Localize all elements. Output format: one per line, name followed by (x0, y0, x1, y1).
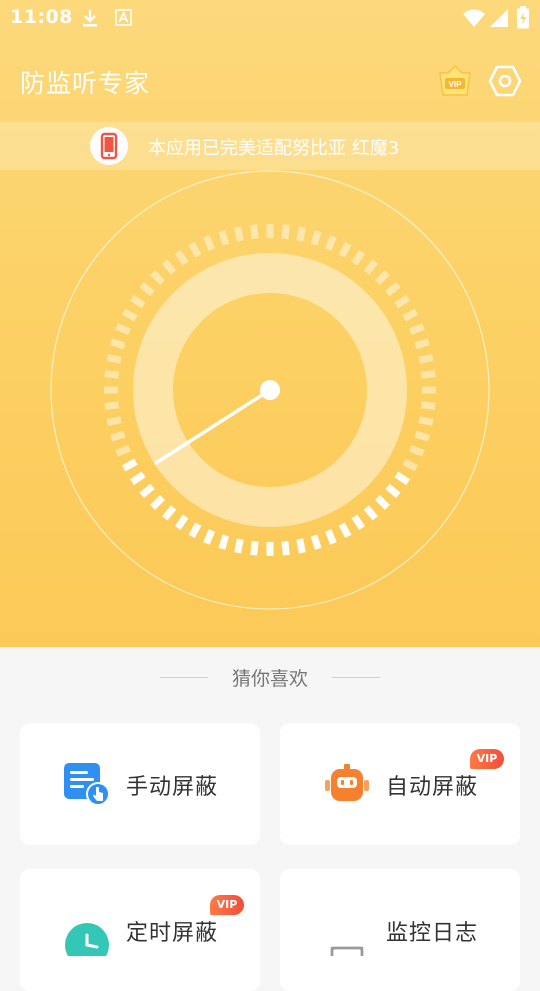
gauge-tick (296, 538, 306, 554)
gauge-tick (281, 540, 290, 556)
gauge-tick (110, 430, 126, 442)
gauge-tick (310, 230, 322, 246)
gauge-tick (174, 514, 189, 530)
gauge-tick (385, 483, 401, 499)
gauge-tick (338, 241, 352, 258)
vip-badge: VIP (470, 749, 504, 769)
gauge-tick (106, 416, 122, 426)
log-icon (330, 946, 364, 956)
vip-crown-icon[interactable]: VIP (438, 64, 472, 98)
wifi-icon (463, 9, 485, 27)
gauge-tick (420, 401, 436, 410)
gauge-tick (161, 505, 177, 521)
monitor-gauge[interactable] (40, 160, 500, 620)
gauge-tick (203, 235, 216, 251)
gauge-tick (351, 514, 366, 530)
gauge-tick (402, 458, 419, 472)
gauge-tick (324, 235, 337, 251)
hero-panel: 11:08 防监听专家 VIP 本应用已完美适配努比亚 红魔3 (0, 0, 540, 647)
timed-block-card[interactable]: VIP 定时屏蔽 (20, 869, 260, 991)
app-title: 防监听专家 (20, 69, 151, 98)
section-title: 猜你喜欢 (231, 668, 308, 690)
gauge-tick (375, 495, 390, 510)
gauge-tick (115, 323, 131, 336)
gauge-tick (234, 538, 244, 554)
gauge-tick (139, 483, 155, 499)
gauge-tick (106, 354, 122, 364)
gauge-tick (402, 308, 419, 322)
gauge-tick (296, 226, 306, 242)
robot-icon (325, 764, 369, 801)
vip-badge: VIP (210, 895, 244, 915)
gauge-tick (363, 505, 379, 521)
gauge-tick (420, 370, 436, 379)
gauge-tick (418, 354, 434, 364)
gauge-tick (409, 323, 425, 336)
status-bar: 11:08 (0, 0, 540, 36)
gauge-tick (394, 294, 410, 309)
monitor-log-label: 监控日志 (386, 921, 479, 946)
gauge-tick (418, 416, 434, 426)
gauge-tick (150, 495, 165, 510)
gauge-tick (250, 224, 259, 240)
a-icon (115, 9, 132, 26)
gauge-tick (150, 270, 165, 285)
monitor-log-card[interactable]: 监控日志 (280, 869, 520, 991)
gauge-needle-hub (260, 380, 280, 400)
download-icon (83, 10, 97, 27)
gauge-tick (139, 281, 155, 297)
settings-icon[interactable] (488, 64, 522, 98)
section-divider-right (332, 677, 380, 678)
gauge-tick (375, 270, 390, 285)
gauge-tick (385, 281, 401, 297)
gauge-tick (351, 250, 366, 266)
gauge-tick (234, 226, 244, 242)
gauge-tick (188, 241, 202, 258)
status-time: 11:08 (10, 6, 73, 28)
gauge-tick (121, 458, 138, 472)
gauge-tick (203, 529, 216, 545)
gauge-tick (104, 370, 120, 379)
clock-icon (65, 923, 109, 956)
gauge-tick (130, 294, 146, 309)
gauge-tick (394, 471, 410, 486)
gauge-tick (218, 534, 230, 550)
gauge-tick (110, 338, 126, 350)
gauge-tick (338, 522, 352, 539)
gauge-tick (414, 430, 430, 442)
gauge-tick (281, 224, 290, 240)
gauge-tick (250, 540, 259, 556)
gauge-tick (104, 401, 120, 410)
gauge-tick (130, 471, 146, 486)
gauge-tick (174, 250, 189, 266)
gauge-tick (414, 338, 430, 350)
manual-block-icon (64, 763, 110, 806)
gauge-tick (310, 534, 322, 550)
vip-crown-label: VIP (449, 80, 463, 89)
banner-text: 本应用已完美适配努比亚 红魔3 (148, 138, 400, 159)
battery-icon (517, 6, 529, 29)
gauge-tick (161, 259, 177, 275)
gauge-tick (218, 230, 230, 246)
timed-block-label: 定时屏蔽 (126, 921, 219, 946)
manual-block-card[interactable]: 手动屏蔽 (20, 723, 260, 845)
gauge-tick (188, 522, 202, 539)
gauge-tick (115, 444, 131, 457)
gauge-tick (409, 444, 425, 457)
gauge-tick (324, 529, 337, 545)
gauge-tick (121, 308, 138, 322)
gauge-tick (363, 259, 379, 275)
cellular-signal-icon (490, 9, 508, 27)
auto-block-card[interactable]: VIP 自动屏蔽 (280, 723, 520, 845)
manual-block-label: 手动屏蔽 (126, 775, 219, 800)
auto-block-label: 自动屏蔽 (386, 775, 479, 800)
